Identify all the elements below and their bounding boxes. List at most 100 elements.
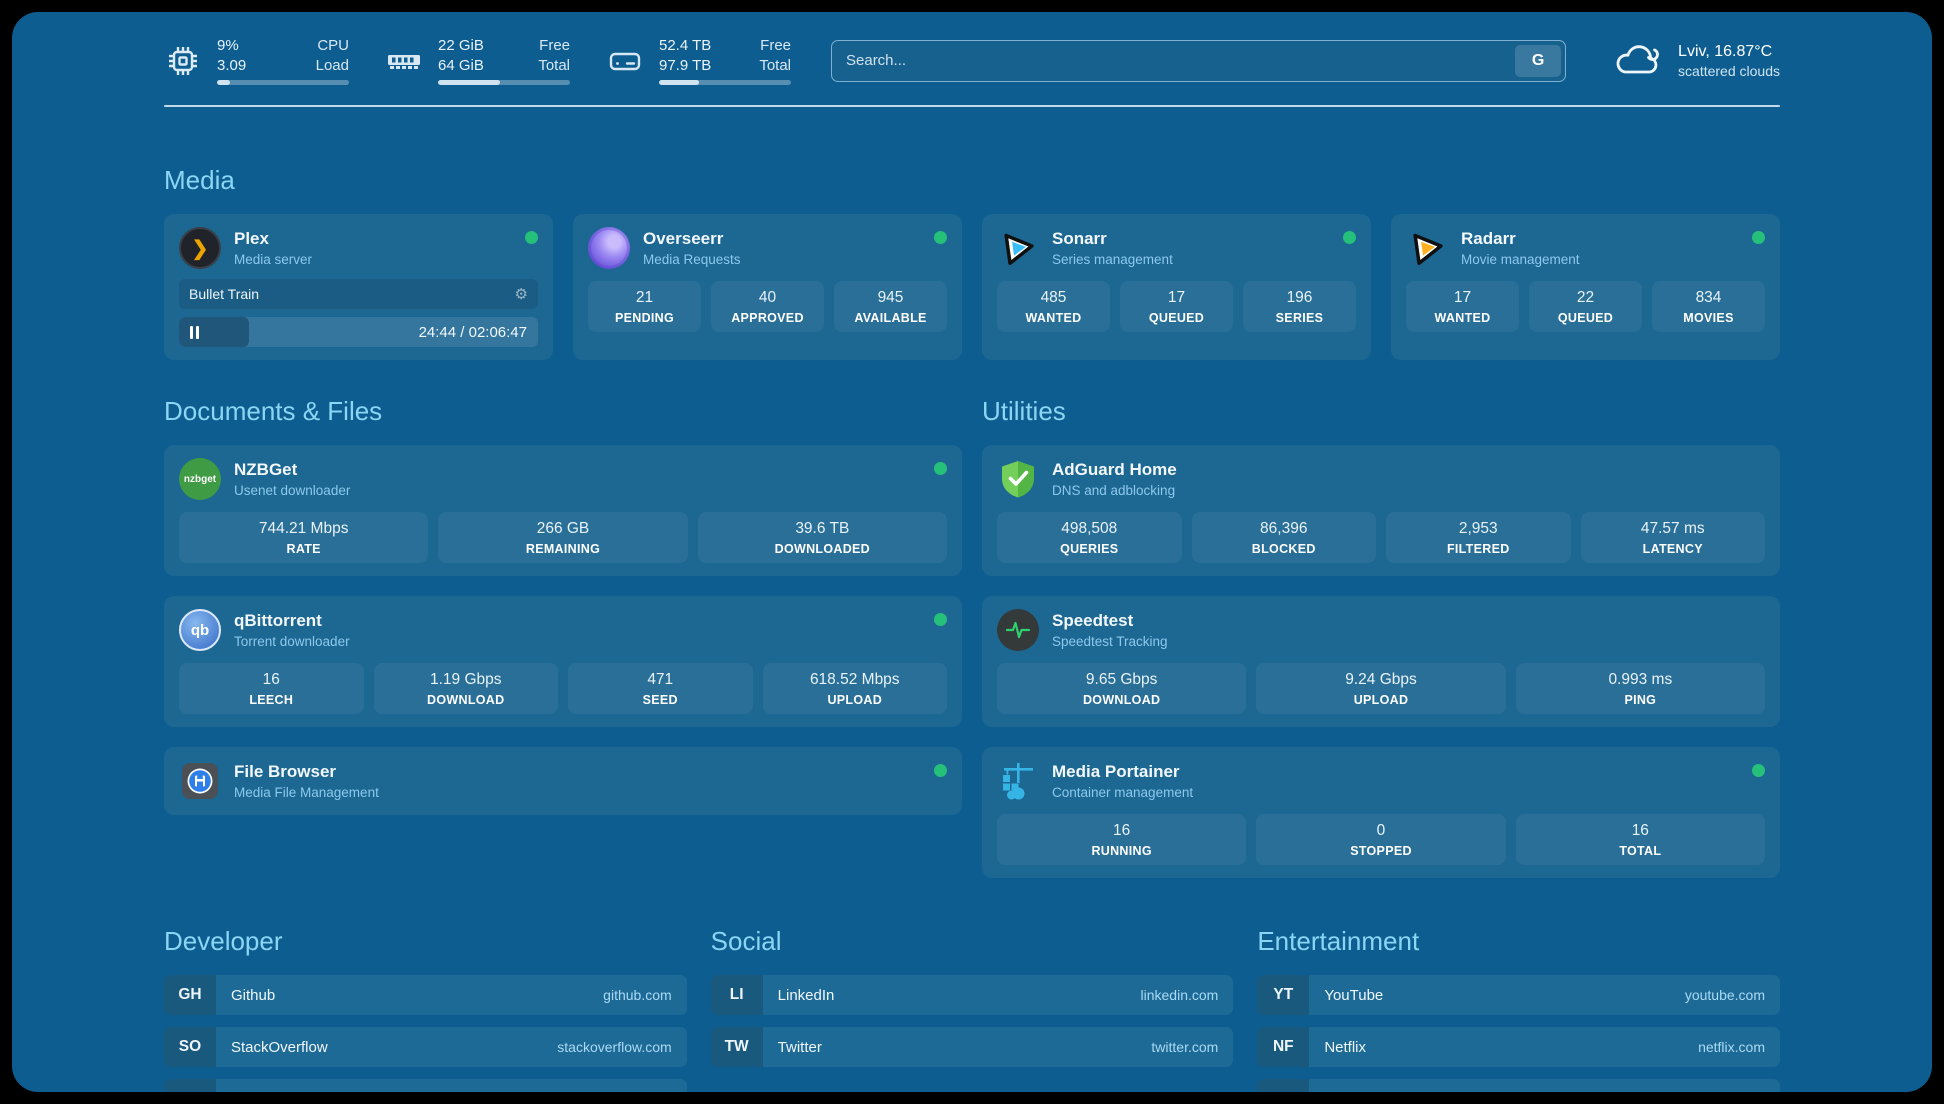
card-sonarr[interactable]: Sonarr Series management 485 WANTED 17 Q… — [982, 214, 1371, 360]
card-adguard-home[interactable]: AdGuard Home DNS and adblocking 498,508 … — [982, 445, 1780, 576]
app-name: Plex — [234, 229, 312, 249]
card-nzbget[interactable]: nzbget NZBGet Usenet downloader 744.21 M… — [164, 445, 962, 576]
cpu-load-label: Load — [305, 56, 349, 76]
status-dot — [934, 764, 947, 777]
card-file-browser[interactable]: File Browser Media File Management — [164, 747, 962, 815]
now-playing-title: Bullet Train — [189, 286, 259, 302]
stat-box: 21 PENDING — [588, 281, 701, 332]
weather-widget[interactable]: Lviv, 16.87°C scattered clouds — [1612, 36, 1780, 85]
app-name: Overseerr — [643, 229, 741, 249]
link-abbr: DT — [164, 1079, 216, 1092]
link-linkedin[interactable]: LI LinkedIn linkedin.com — [711, 975, 1234, 1015]
status-dot — [1752, 764, 1765, 777]
cpu-percent: 9% — [217, 36, 279, 56]
link-youtube[interactable]: YT YouTube youtube.com — [1257, 975, 1780, 1015]
plex-icon: ❯ — [179, 227, 221, 269]
link-abbr: GH — [164, 975, 216, 1015]
link-abbr: RE — [1257, 1079, 1309, 1092]
weather-condition: scattered clouds — [1678, 63, 1780, 79]
top-bar: 9% 3.09 CPU Load — [164, 36, 1780, 85]
pause-icon[interactable] — [190, 326, 199, 339]
app-subtitle: Torrent downloader — [234, 634, 350, 649]
gear-icon[interactable]: ⚙ — [515, 285, 528, 303]
stat-box: 834 MOVIES — [1652, 281, 1765, 332]
stat-box: 17 QUEUED — [1120, 281, 1233, 332]
header-divider — [164, 105, 1780, 107]
app-subtitle: Media server — [234, 252, 312, 267]
link-netflix[interactable]: NF Netflix netflix.com — [1257, 1027, 1780, 1067]
card-overseerr[interactable]: Overseerr Media Requests 21 PENDING 40 A… — [573, 214, 962, 360]
developer-group: Developer GH Github github.com SO StackO… — [164, 926, 687, 1092]
portainer-crane-icon — [997, 760, 1039, 802]
stat-box: 618.52 Mbps UPLOAD — [763, 663, 948, 714]
card-media-portainer[interactable]: Media Portainer Container management 16 … — [982, 747, 1780, 878]
card-qbittorrent[interactable]: qb qBittorrent Torrent downloader 16 LEE… — [164, 596, 962, 727]
memory-total: 64 GiB — [438, 56, 500, 76]
app-subtitle: DNS and adblocking — [1052, 483, 1177, 498]
social-group: Social LI LinkedIn linkedin.com TW Twitt… — [711, 926, 1234, 1092]
cpu-progress-bar — [217, 80, 349, 85]
section-title-social: Social — [711, 926, 1234, 957]
playback-time: 24:44 / 02:06:47 — [419, 324, 527, 341]
link-reddit[interactable]: RE Reddit reddit.com — [1257, 1079, 1780, 1092]
link-twitter[interactable]: TW Twitter twitter.com — [711, 1027, 1234, 1067]
stat-box: 16 LEECH — [179, 663, 364, 714]
stat-box: 9.24 Gbps UPLOAD — [1256, 663, 1505, 714]
status-dot — [934, 231, 947, 244]
memory-free: 22 GiB — [438, 36, 500, 56]
stat-box: 9.65 Gbps DOWNLOAD — [997, 663, 1246, 714]
speedtest-pulse-icon — [997, 609, 1039, 651]
stat-box: 498,508 QUERIES — [997, 512, 1182, 563]
storage-total-label: Total — [747, 56, 791, 76]
status-dot — [934, 613, 947, 626]
app-name: Radarr — [1461, 229, 1580, 249]
card-speedtest[interactable]: Speedtest Speedtest Tracking 9.65 Gbps D… — [982, 596, 1780, 727]
app-subtitle: Media File Management — [234, 785, 379, 800]
stat-box: 16 RUNNING — [997, 814, 1246, 865]
stat-box: 16 TOTAL — [1516, 814, 1765, 865]
cpu-stat: 9% 3.09 CPU Load — [164, 36, 349, 85]
link-abbr: SO — [164, 1027, 216, 1067]
dashboard: 9% 3.09 CPU Load — [12, 12, 1932, 1092]
card-radarr[interactable]: Radarr Movie management 17 WANTED 22 QUE… — [1391, 214, 1780, 360]
storage-free: 52.4 TB — [659, 36, 721, 56]
app-subtitle: Speedtest Tracking — [1052, 634, 1168, 649]
link-abbr: YT — [1257, 975, 1309, 1015]
hard-drive-icon — [606, 42, 644, 80]
nzbget-icon: nzbget — [179, 458, 221, 500]
link-dev[interactable]: DT DEV dev.to — [164, 1079, 687, 1092]
memory-stat: 22 GiB 64 GiB Free Total — [385, 36, 570, 85]
overseerr-icon — [588, 227, 630, 269]
stat-box: 0 STOPPED — [1256, 814, 1505, 865]
section-title-documents: Documents & Files — [164, 396, 962, 427]
radarr-icon — [1406, 227, 1448, 269]
link-github[interactable]: GH Github github.com — [164, 975, 687, 1015]
search-bar: G — [831, 40, 1566, 82]
stat-box: 945 AVAILABLE — [834, 281, 947, 332]
adguard-shield-icon — [997, 458, 1039, 500]
qbittorrent-icon: qb — [179, 609, 221, 651]
playback-progress[interactable]: 24:44 / 02:06:47 — [179, 317, 538, 347]
now-playing-row: Bullet Train ⚙ — [179, 279, 538, 309]
stat-box: 39.6 TB DOWNLOADED — [698, 512, 947, 563]
ram-icon — [385, 42, 423, 80]
card-plex[interactable]: ❯ Plex Media server Bullet Train ⚙ 24:44… — [164, 214, 553, 360]
storage-free-label: Free — [747, 36, 791, 56]
search-input[interactable] — [831, 40, 1566, 82]
app-subtitle: Container management — [1052, 785, 1193, 800]
stat-box: 17 WANTED — [1406, 281, 1519, 332]
sonarr-icon — [997, 227, 1039, 269]
stat-box: 47.57 ms LATENCY — [1581, 512, 1766, 563]
link-abbr: TW — [711, 1027, 763, 1067]
storage-stat: 52.4 TB 97.9 TB Free Total — [606, 36, 791, 85]
stat-box: 471 SEED — [568, 663, 753, 714]
link-stackoverflow[interactable]: SO StackOverflow stackoverflow.com — [164, 1027, 687, 1067]
stat-box: 40 APPROVED — [711, 281, 824, 332]
storage-total: 97.9 TB — [659, 56, 721, 76]
app-subtitle: Usenet downloader — [234, 483, 350, 498]
app-name: AdGuard Home — [1052, 460, 1177, 480]
system-stats: 9% 3.09 CPU Load — [164, 36, 791, 85]
stat-box: 2,953 FILTERED — [1386, 512, 1571, 563]
google-search-button[interactable]: G — [1515, 45, 1561, 77]
file-browser-icon — [179, 760, 221, 802]
